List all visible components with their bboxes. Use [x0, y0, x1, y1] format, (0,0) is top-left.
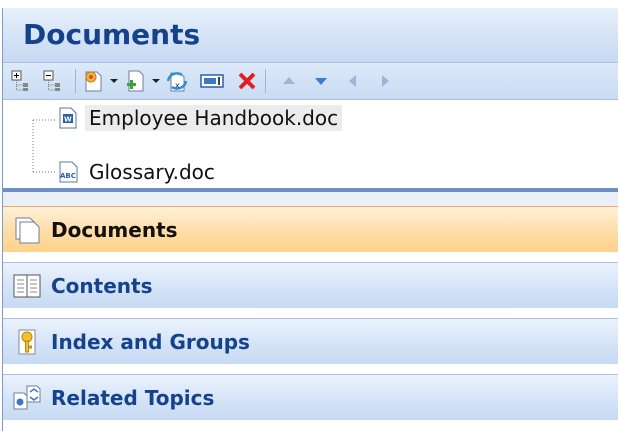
nav-item-index-and-groups[interactable]: Index and Groups — [3, 318, 618, 364]
panel-title: Documents — [23, 18, 201, 51]
document-tree: W Employee Handbook.doc ABC Glossary.doc — [3, 100, 618, 195]
toolbar-separator — [265, 69, 266, 93]
move-up-icon[interactable] — [281, 69, 297, 93]
move-right-icon[interactable] — [377, 69, 393, 93]
collapse-all-icon[interactable] — [43, 69, 63, 93]
convert-document-icon[interactable]: x — [165, 69, 189, 93]
abc-document-icon: ABC — [57, 160, 89, 184]
new-document-icon[interactable] — [83, 69, 119, 93]
tree-item[interactable]: ABC Glossary.doc — [57, 158, 215, 186]
contents-book-icon — [11, 270, 43, 302]
nav-item-label: Documents — [51, 217, 178, 242]
panel-header: Documents — [3, 8, 618, 63]
tree-item-label: Glossary.doc — [89, 160, 215, 184]
move-down-icon[interactable] — [313, 69, 329, 93]
svg-text:x: x — [175, 81, 180, 90]
nav-item-related-topics[interactable]: Related Topics — [3, 374, 618, 420]
tree-item-label: Employee Handbook.doc — [89, 106, 339, 130]
tree-item-label-wrap: Employee Handbook.doc — [85, 105, 343, 131]
tree-item[interactable]: W Employee Handbook.doc — [57, 104, 343, 132]
rename-icon[interactable] — [200, 69, 226, 93]
add-document-icon[interactable] — [125, 69, 161, 93]
svg-text:ABC: ABC — [60, 172, 76, 180]
key-icon — [11, 326, 43, 358]
documents-icon — [11, 214, 43, 246]
top-strip — [0, 0, 619, 8]
expand-all-icon[interactable] — [11, 69, 31, 93]
related-topics-icon — [11, 382, 43, 414]
nav-item-label: Contents — [51, 273, 153, 298]
documents-panel: Documents x W Employee Handbook.doc ABC … — [2, 8, 618, 431]
nav-item-documents[interactable]: Documents — [3, 206, 618, 252]
delete-icon[interactable] — [237, 69, 257, 93]
word-document-icon: W — [57, 106, 85, 130]
nav-item-label: Index and Groups — [51, 329, 250, 354]
documents-toolbar: x — [3, 63, 618, 100]
nav-gap — [3, 192, 618, 206]
toolbar-separator — [75, 69, 76, 93]
nav-item-label: Related Topics — [51, 385, 215, 410]
svg-text:W: W — [64, 116, 72, 124]
move-left-icon[interactable] — [345, 69, 361, 93]
nav-item-contents[interactable]: Contents — [3, 262, 618, 308]
